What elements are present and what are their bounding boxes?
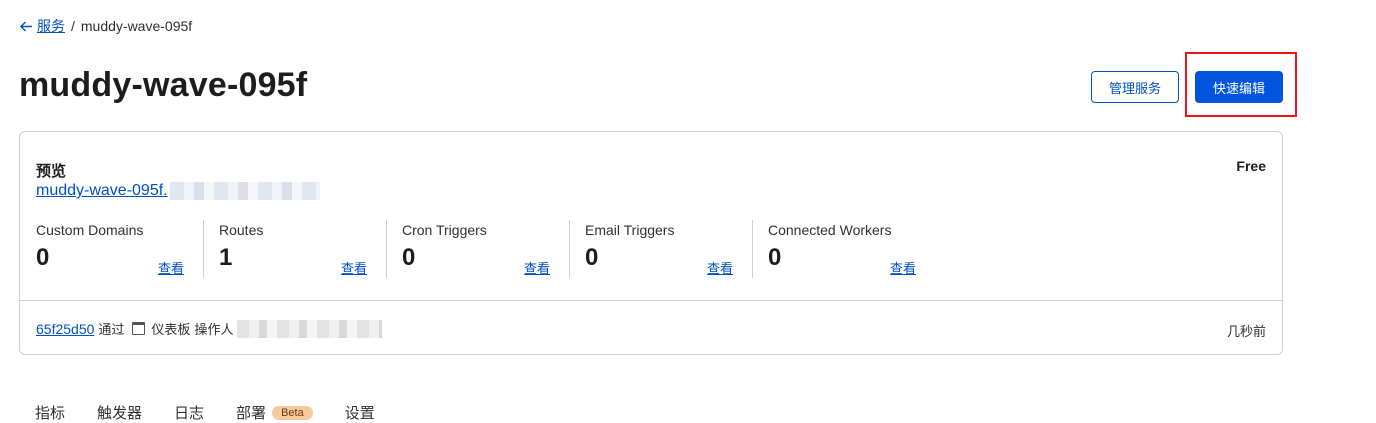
metric-value: 1 (219, 244, 233, 271)
card-divider (20, 300, 1282, 301)
metric-value: 0 (585, 244, 599, 271)
latest-deployment: 65f25d50 通过 仪表板 操作人 (36, 319, 383, 338)
metric-value: 0 (768, 244, 782, 271)
metric-email-triggers: Email Triggers 0 查看 (569, 220, 752, 278)
metric-label: Custom Domains (36, 222, 144, 238)
preview-url-link[interactable]: muddy-wave-095f. (36, 182, 320, 200)
metric-label: Connected Workers (768, 222, 892, 238)
back-link-label: 服务 (37, 18, 65, 34)
redacted-text (169, 182, 320, 200)
redacted-text (237, 319, 383, 338)
quick-edit-button[interactable]: 快速编辑 (1195, 71, 1283, 103)
page-title: muddy-wave-095f (19, 66, 308, 104)
view-link[interactable]: 查看 (524, 258, 550, 277)
deployment-hash-link[interactable]: 65f25d50 (36, 321, 94, 337)
metric-label: Routes (219, 222, 264, 238)
view-link[interactable]: 查看 (158, 258, 184, 277)
preview-label: 预览 (36, 163, 67, 180)
arrow-left-icon (20, 21, 32, 31)
breadcrumb-separator: / (71, 18, 75, 34)
manage-service-button[interactable]: 管理服务 (1091, 71, 1179, 103)
deployment-operator-label: 操作人 (194, 322, 234, 337)
metric-label: Cron Triggers (402, 222, 487, 238)
metric-value: 0 (402, 244, 416, 271)
view-link[interactable]: 查看 (341, 258, 367, 277)
deployment-via: 通过 (98, 322, 125, 337)
metric-divider (386, 220, 387, 278)
view-link[interactable]: 查看 (890, 258, 916, 277)
breadcrumb: 服务 / muddy-wave-095f (20, 16, 192, 36)
metric-value: 0 (36, 244, 50, 271)
view-link[interactable]: 查看 (707, 258, 733, 277)
deployment-time: 几秒前 (1226, 324, 1266, 339)
worker-summary-card: 预览 Free muddy-wave-095f. Custom Domains … (19, 131, 1283, 355)
metric-divider (752, 220, 753, 278)
metric-label: Email Triggers (585, 222, 675, 238)
metric-connected-workers: Connected Workers 0 查看 (752, 220, 935, 278)
metric-divider (569, 220, 570, 278)
metric-cron-triggers: Cron Triggers 0 查看 (386, 220, 569, 278)
beta-badge: Beta (272, 405, 313, 420)
metrics-row: Custom Domains 0 查看 Routes 1 查看 Cron Tri… (20, 220, 1282, 278)
breadcrumb-current: muddy-wave-095f (80, 18, 193, 34)
preview-url-text: muddy-wave-095f. (36, 182, 168, 199)
deployment-source: 仪表板 (151, 322, 191, 337)
metric-divider (203, 220, 204, 278)
metric-custom-domains: Custom Domains 0 查看 (20, 220, 203, 278)
calendar-icon (132, 322, 146, 335)
back-link[interactable]: 服务 (20, 16, 65, 36)
plan-label: Free (1236, 158, 1266, 174)
metric-routes: Routes 1 查看 (203, 220, 386, 278)
